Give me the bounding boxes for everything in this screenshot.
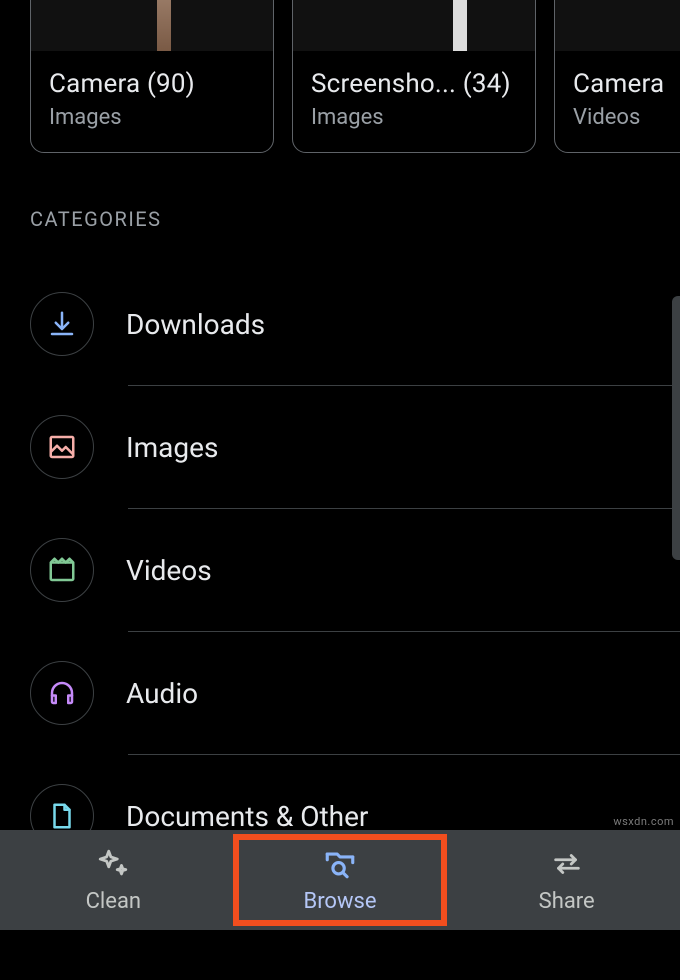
folder-card-subtitle: Images [311, 105, 517, 130]
sparkle-icon [96, 847, 130, 885]
folder-card-title: Camera [573, 69, 680, 99]
categories-list: Downloads Images Videos Audio Documents … [0, 249, 680, 877]
categories-header: CATEGORIES [0, 153, 680, 249]
watermark: wsxdn.com [613, 815, 674, 828]
category-label: Videos [126, 554, 212, 587]
nav-label: Browse [303, 889, 376, 914]
nav-label: Clean [86, 889, 141, 914]
folder-thumbnail [31, 0, 273, 51]
folder-card-subtitle: Images [49, 105, 255, 130]
folder-card-camera-videos[interactable]: Camera Videos [554, 0, 680, 153]
folder-card-title: Camera (90) [49, 69, 255, 99]
category-label: Audio [126, 677, 198, 710]
folder-thumbnail [293, 0, 535, 51]
category-images[interactable]: Images [0, 386, 680, 508]
category-label: Downloads [126, 308, 265, 341]
nav-share[interactable]: Share [453, 830, 680, 930]
folder-card-title: Screensho... (34) [311, 69, 517, 99]
category-label: Images [126, 431, 218, 464]
download-icon [30, 292, 94, 356]
recent-folders-row: Camera (90) Images Screensho... (34) Ima… [0, 0, 680, 153]
nav-browse[interactable]: Browse [227, 830, 454, 930]
audio-icon [30, 661, 94, 725]
folder-thumbnail [555, 0, 680, 51]
folder-card-camera-images[interactable]: Camera (90) Images [30, 0, 274, 153]
share-icon [550, 847, 584, 885]
nav-clean[interactable]: Clean [0, 830, 227, 930]
video-icon [30, 538, 94, 602]
folder-card-screenshots[interactable]: Screensho... (34) Images [292, 0, 536, 153]
scrollbar[interactable] [672, 296, 680, 560]
category-label: Documents & Other [126, 800, 368, 833]
category-audio[interactable]: Audio [0, 632, 680, 754]
image-icon [30, 415, 94, 479]
bottom-nav: Clean Browse Share [0, 830, 680, 930]
folder-card-subtitle: Videos [573, 105, 680, 130]
category-downloads[interactable]: Downloads [0, 263, 680, 385]
nav-label: Share [539, 889, 595, 914]
browse-icon [323, 847, 357, 885]
category-videos[interactable]: Videos [0, 509, 680, 631]
